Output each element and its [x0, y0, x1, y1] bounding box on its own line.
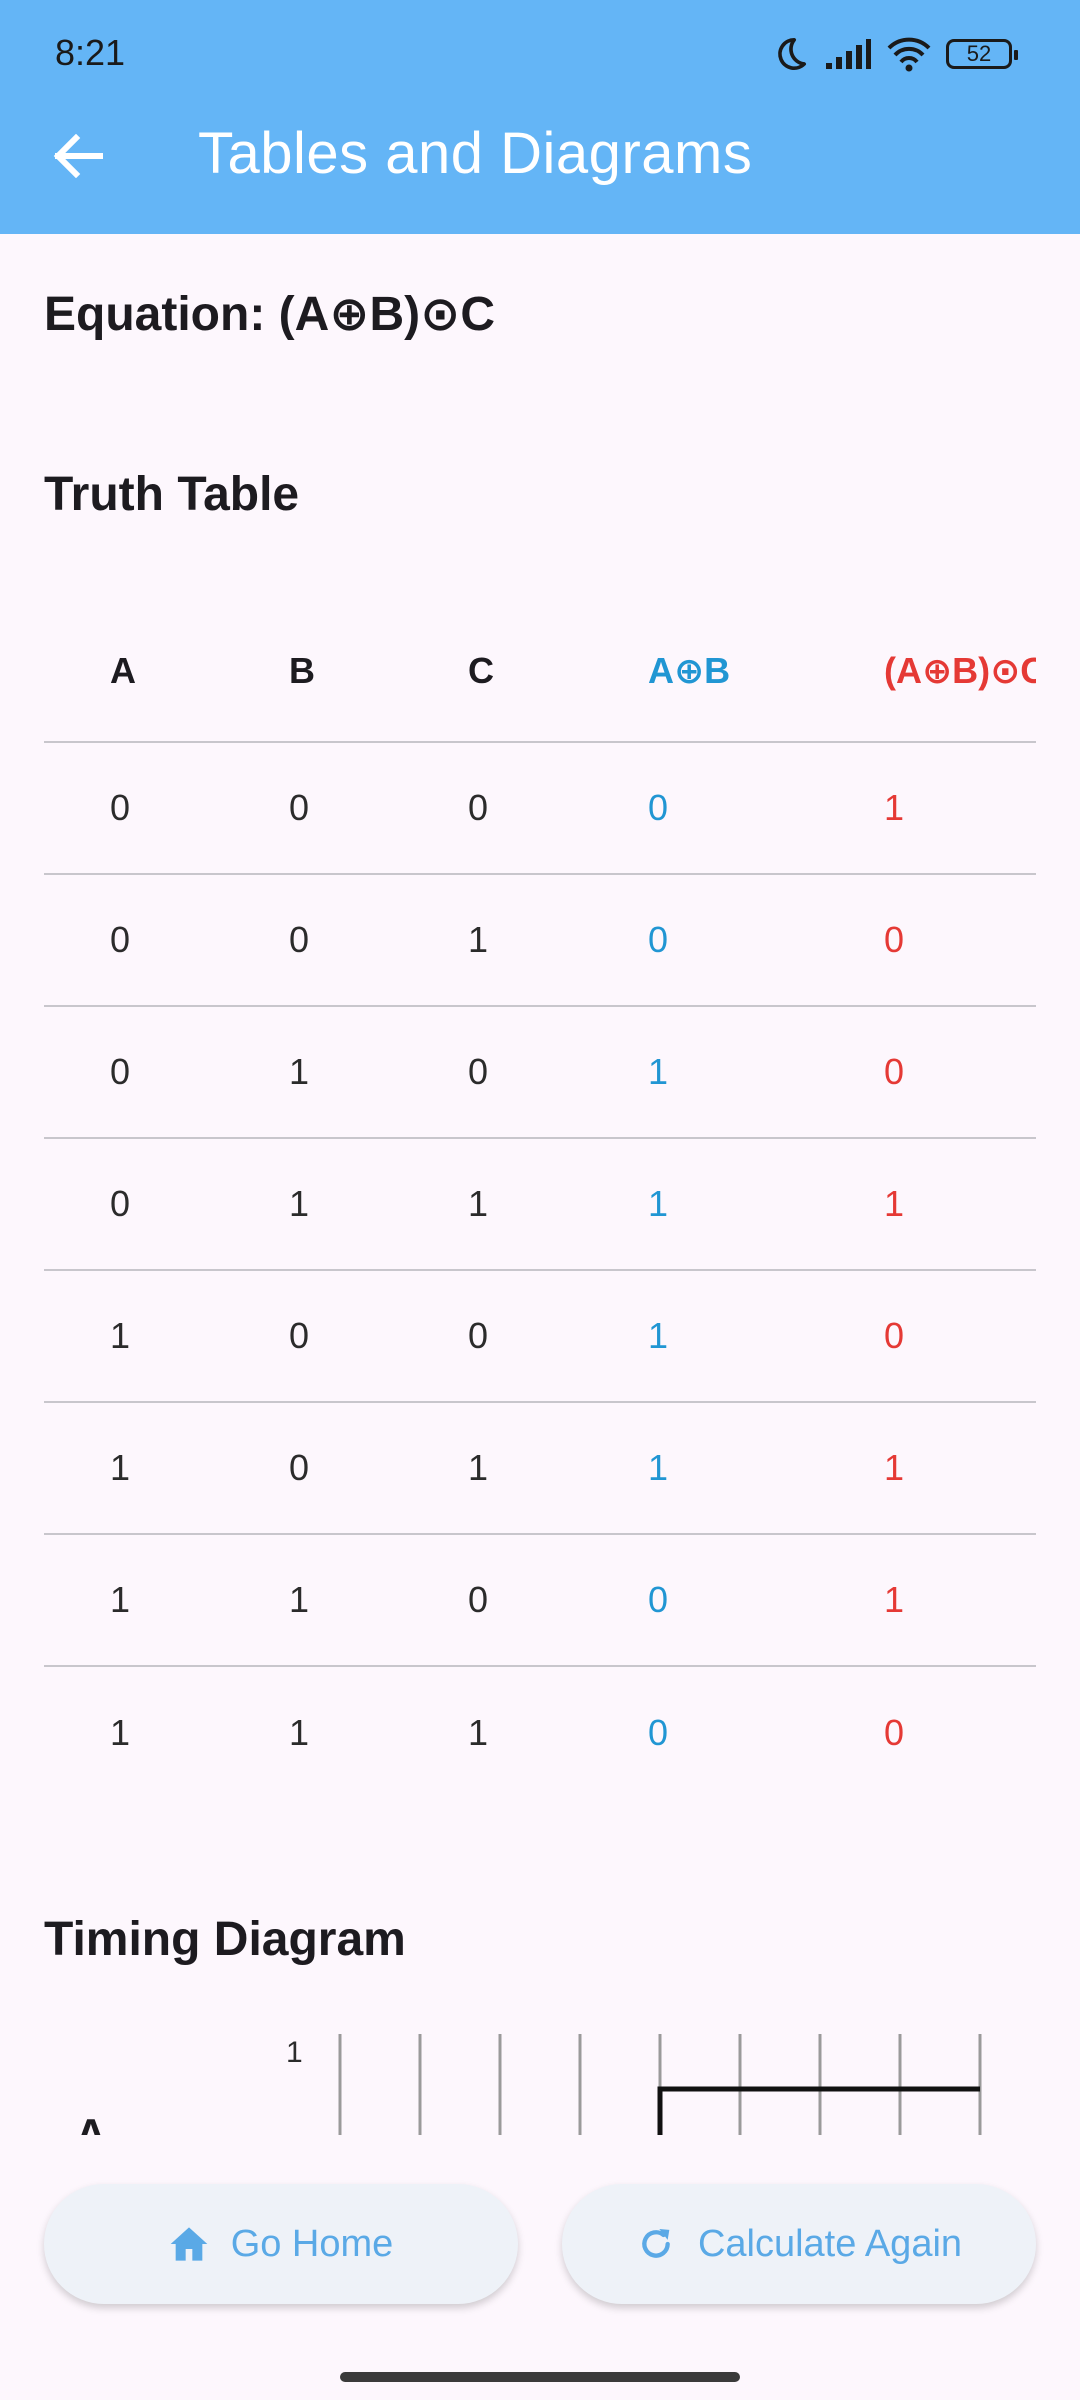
table-row: 1 0 0 1 0: [44, 1271, 1036, 1403]
cell-b: 0: [289, 1447, 310, 1488]
cell-a-xor-b: 0: [648, 919, 669, 960]
cell-c: 0: [468, 1315, 489, 1356]
cell-output: 0: [884, 919, 905, 960]
cell-a: 1: [110, 1712, 131, 1753]
header-a: A: [110, 649, 136, 691]
truth-table-body: 0 0 0 0 1 0 0 1 0 0 0 1 0 1 0 0 1 1 1 1 1 0 0 1 0 1 0 1 1 1 1 1 0 0 1 1 1 1 0 0: [44, 743, 1036, 1799]
cell-a-xor-b: 0: [648, 787, 669, 828]
cell-a-xor-b: 1: [648, 1315, 669, 1356]
cell-c: 0: [468, 1051, 489, 1092]
table-row: 1 0 1 1 1: [44, 1403, 1036, 1535]
cell-a-xor-b: 1: [648, 1447, 669, 1488]
header-b: B: [289, 649, 315, 691]
table-row: 0 1 0 1 0: [44, 1007, 1036, 1139]
timing-diagram: A 1: [0, 2010, 1080, 2135]
do-not-disturb-moon-icon: [778, 37, 806, 70]
table-row: 0 0 0 0 1: [44, 743, 1036, 875]
cell-a: 1: [110, 1315, 131, 1356]
cell-b: 1: [289, 1051, 310, 1092]
page-title: Tables and Diagrams: [198, 121, 753, 186]
cell-a: 1: [110, 1447, 131, 1488]
table-row: 1 1 0 0 1: [44, 1535, 1036, 1667]
cell-c: 0: [468, 787, 489, 828]
timing-waveform: [338, 2034, 982, 2135]
calculate-again-button[interactable]: Calculate Again: [562, 2184, 1036, 2304]
cell-a: 0: [110, 1051, 131, 1092]
cell-output: 1: [884, 1447, 905, 1488]
cell-output: 0: [884, 1315, 905, 1356]
go-home-label: Go Home: [230, 2222, 394, 2265]
cell-output: 0: [884, 1051, 905, 1092]
header-output: (A⊕B)⊙C: [884, 649, 1036, 691]
calculate-again-label: Calculate Again: [697, 2222, 963, 2265]
truth-table: A B C A⊕B (A⊕B)⊙C 0000100100010100111110…: [44, 600, 1036, 1799]
cell-a: 0: [110, 919, 131, 960]
table-row: 1 1 1 0 0: [44, 1667, 1036, 1799]
cell-a-xor-b: 1: [648, 1051, 669, 1092]
status-time: 8:21: [55, 32, 126, 73]
table-row: 0 0 1 0 0: [44, 875, 1036, 1007]
cell-c: 1: [468, 1447, 489, 1488]
cell-c: 1: [468, 919, 489, 960]
go-home-button[interactable]: Go Home: [44, 2184, 518, 2304]
truth-table-title: Truth Table: [44, 468, 300, 521]
home-icon: [170, 2227, 208, 2261]
cell-a: 0: [110, 787, 131, 828]
cell-b: 1: [289, 1579, 310, 1620]
cell-output: 1: [884, 1183, 905, 1224]
back-button[interactable]: [40, 118, 116, 194]
cell-output: 0: [884, 1712, 905, 1753]
status-icons: 52: [770, 32, 1018, 76]
cell-c: 1: [468, 1183, 489, 1224]
app-bar: 8:21 52 Tables and Diagrams: [0, 0, 1080, 234]
battery-level: 52: [966, 41, 992, 66]
truth-table-header: A B C A⊕B (A⊕B)⊙C: [44, 600, 1036, 743]
home-indicator-bar[interactable]: [340, 2372, 740, 2382]
header-c: C: [468, 649, 494, 691]
arrow-left-icon: [53, 134, 103, 178]
cell-a: 1: [110, 1579, 131, 1620]
cell-a-xor-b: 0: [648, 1712, 669, 1753]
battery-icon: 52: [946, 39, 1018, 69]
cell-b: 1: [289, 1712, 310, 1753]
table-row: 0 1 1 1 1: [44, 1139, 1036, 1271]
timing-signal-a-wave: [657, 2086, 980, 2135]
cell-c: 1: [468, 1712, 489, 1753]
cell-output: 1: [884, 1579, 905, 1620]
cell-a-xor-b: 1: [648, 1183, 669, 1224]
cell-output: 1: [884, 787, 905, 828]
header-a-xor-b: A⊕B: [648, 649, 731, 691]
cell-b: 0: [289, 787, 310, 828]
timing-diagram-title: Timing Diagram: [44, 1913, 406, 1966]
cell-a-xor-b: 0: [648, 1579, 669, 1620]
cell-c: 0: [468, 1579, 489, 1620]
cell-b: 1: [289, 1183, 310, 1224]
signal-icon: [826, 39, 871, 69]
cell-b: 0: [289, 919, 310, 960]
refresh-icon: [642, 2229, 670, 2258]
cell-b: 0: [289, 1315, 310, 1356]
wifi-icon: [887, 37, 931, 72]
equation-text: Equation: (A⊕B)⊙C: [44, 288, 496, 341]
cell-a: 0: [110, 1183, 131, 1224]
